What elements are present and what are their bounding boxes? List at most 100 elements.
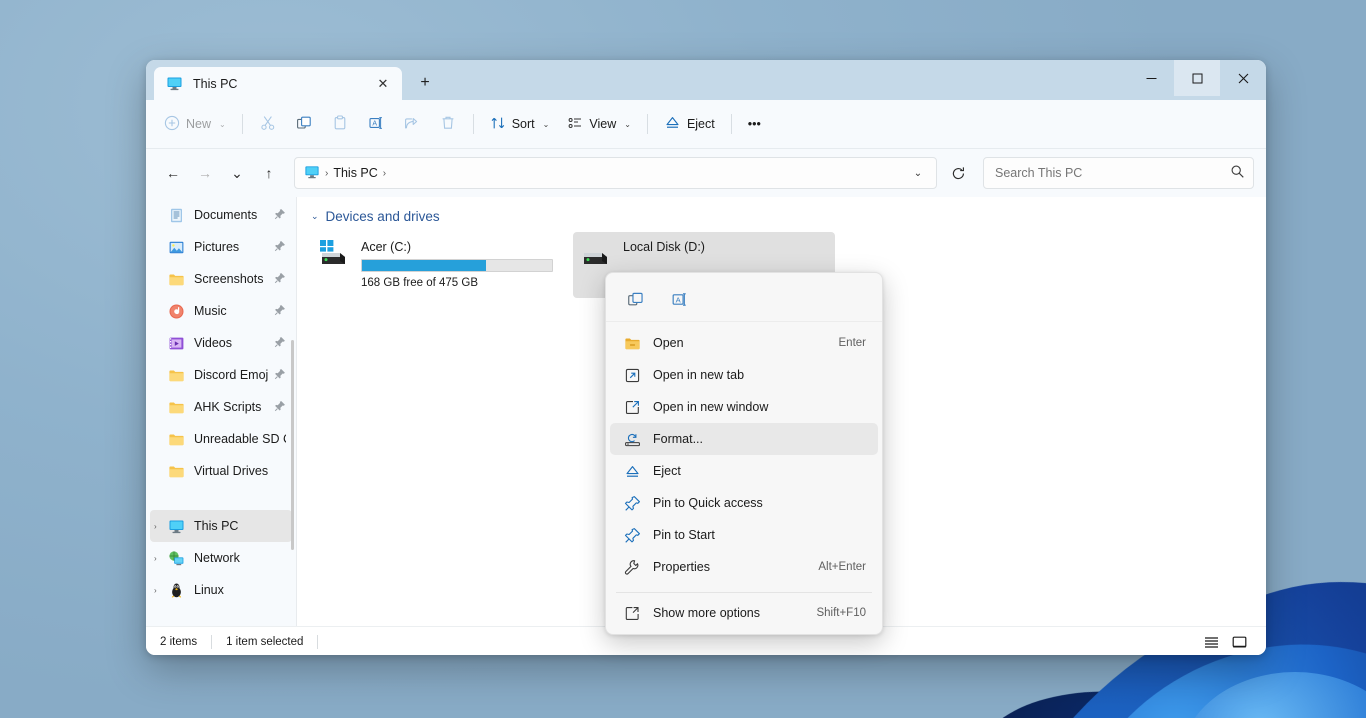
- refresh-button[interactable]: [943, 158, 973, 188]
- group-header-devices-and-drives[interactable]: ⌄ Devices and drives: [311, 209, 1266, 224]
- status-item-count: 2 items: [160, 636, 198, 648]
- large-icons-view-icon[interactable]: [1226, 631, 1252, 653]
- delete-button[interactable]: [431, 108, 465, 140]
- context-menu-item-eject[interactable]: Eject: [610, 455, 878, 487]
- context-menu-item-pin-to-start[interactable]: Pin to Start: [610, 519, 878, 551]
- chevron-down-icon[interactable]: ⌄: [311, 211, 319, 222]
- new-button[interactable]: New ⌄: [156, 108, 234, 140]
- copy-icon[interactable]: [618, 284, 652, 314]
- sidebar-scrollbar[interactable]: [291, 340, 294, 550]
- close-button[interactable]: [1220, 60, 1266, 96]
- linux-icon: [168, 582, 185, 599]
- pin-icon[interactable]: [274, 208, 286, 223]
- sidebar-item-videos[interactable]: Videos: [150, 327, 292, 359]
- sidebar-item-linux[interactable]: › Linux: [150, 574, 292, 606]
- sidebar-item-network[interactable]: › Network: [150, 542, 292, 574]
- pin-icon[interactable]: [274, 304, 286, 319]
- rename-button[interactable]: A: [359, 108, 393, 140]
- breadcrumb-item-this-pc[interactable]: This PC: [333, 166, 377, 180]
- pictures-icon: [168, 239, 185, 256]
- breadcrumb[interactable]: › This PC › ⌄: [294, 157, 937, 189]
- address-bar-row: ← → ⌄ ↑ › This PC › ⌄ Search This PC: [146, 149, 1266, 197]
- drive-meta: Acer (C:) 168 GB free of 475 GB: [361, 236, 567, 289]
- cut-button[interactable]: [251, 108, 285, 140]
- rename-icon[interactable]: A: [662, 284, 696, 314]
- chevron-right-icon[interactable]: ›: [154, 522, 168, 531]
- sidebar-item-ahk-scripts[interactable]: AHK Scripts: [150, 391, 292, 423]
- scissors-icon: [259, 114, 277, 135]
- root-nodes-list: › This PC › Network › Linux: [146, 510, 296, 606]
- sidebar-item-discord-emoj[interactable]: Discord Emoj: [150, 359, 292, 391]
- context-menu-item-open-in-new-tab[interactable]: Open in new tab: [610, 359, 878, 391]
- pin-icon[interactable]: [274, 400, 286, 415]
- chevron-right-icon[interactable]: ›: [154, 586, 168, 595]
- documents-icon: [168, 207, 185, 224]
- folder-icon: [168, 399, 185, 416]
- context-menu-shortcut: Enter: [838, 337, 867, 349]
- sidebar-item-virtual-drives[interactable]: Virtual Drives: [150, 455, 292, 487]
- chevron-right-icon[interactable]: ›: [154, 554, 168, 563]
- eject-button-label: Eject: [686, 117, 715, 131]
- context-menu[interactable]: A Open Enter Open in new tab Open in new wi…: [605, 272, 883, 635]
- eject-button[interactable]: Eject: [656, 108, 723, 140]
- plus-circle-icon: [164, 115, 180, 134]
- context-menu-item-format[interactable]: Format...: [610, 423, 878, 455]
- context-menu-item-pin-to-quick-access[interactable]: Pin to Quick access: [610, 487, 878, 519]
- wrench-icon: [624, 559, 641, 576]
- more-options-button[interactable]: •••: [740, 108, 769, 140]
- recent-locations-button[interactable]: ⌄: [222, 158, 252, 188]
- back-button[interactable]: ←: [158, 158, 188, 188]
- search-input[interactable]: Search This PC: [995, 166, 1082, 180]
- context-menu-label: Show more options: [653, 606, 761, 620]
- sidebar-item-label: Music: [194, 304, 227, 318]
- this-pc-icon: [168, 518, 185, 535]
- search-box[interactable]: Search This PC: [983, 157, 1254, 189]
- sidebar-item-music[interactable]: Music: [150, 295, 292, 327]
- forward-button[interactable]: →: [190, 158, 220, 188]
- minimize-button[interactable]: [1128, 60, 1174, 96]
- pin-icon[interactable]: [274, 368, 286, 383]
- copy-button[interactable]: [287, 108, 321, 140]
- paste-button[interactable]: [323, 108, 357, 140]
- pin-icon: [624, 527, 641, 544]
- context-menu-label: Format...: [653, 432, 704, 446]
- share-icon: [403, 114, 421, 135]
- sidebar-item-label: Pictures: [194, 240, 240, 254]
- windows-drive-icon: [317, 236, 351, 275]
- tab-this-pc[interactable]: This PC ✕: [154, 67, 402, 100]
- pin-icon: [624, 495, 641, 512]
- sort-button[interactable]: Sort ⌄: [482, 108, 558, 140]
- drive-tile[interactable]: Acer (C:) 168 GB free of 475 GB: [311, 232, 573, 298]
- details-view-icon[interactable]: [1198, 631, 1224, 653]
- close-icon[interactable]: ✕: [370, 72, 396, 96]
- context-menu-label: Open in new tab: [653, 368, 745, 382]
- context-menu-item-show-more-options[interactable]: Show more options Shift+F10: [610, 597, 878, 629]
- format-icon: [624, 431, 641, 448]
- chevron-down-icon: ⌄: [542, 119, 550, 129]
- sidebar-item-screenshots[interactable]: Screenshots: [150, 263, 292, 295]
- view-button[interactable]: View ⌄: [559, 108, 639, 140]
- navigation-pane[interactable]: Documents Pictures Screenshots Music Videos D…: [146, 197, 296, 626]
- share-button[interactable]: [395, 108, 429, 140]
- sidebar-item-this-pc[interactable]: › This PC: [150, 510, 292, 542]
- toolbar-divider: [241, 114, 243, 134]
- up-button[interactable]: ↑: [254, 158, 284, 188]
- context-menu-label: Pin to Quick access: [653, 496, 763, 510]
- new-tab-button[interactable]: +: [408, 68, 442, 98]
- sidebar-item-documents[interactable]: Documents: [150, 199, 292, 231]
- context-menu-item-open[interactable]: Open Enter: [610, 327, 878, 359]
- context-menu-item-open-in-new-window[interactable]: Open in new window: [610, 391, 878, 423]
- drive-name: Local Disk (D:): [623, 240, 705, 254]
- pin-icon[interactable]: [274, 272, 286, 287]
- context-menu-item-properties[interactable]: Properties Alt+Enter: [610, 551, 878, 583]
- maximize-button[interactable]: [1174, 60, 1220, 96]
- sidebar-item-pictures[interactable]: Pictures: [150, 231, 292, 263]
- pin-icon[interactable]: [274, 336, 286, 351]
- search-icon[interactable]: [1230, 164, 1245, 182]
- pin-icon[interactable]: [274, 240, 286, 255]
- sort-button-label: Sort: [511, 117, 535, 131]
- sidebar-item-label: Virtual Drives: [194, 464, 269, 478]
- sidebar-item-unreadable-sd-c[interactable]: Unreadable SD C: [150, 423, 292, 455]
- chevron-down-icon[interactable]: ⌄: [906, 161, 930, 185]
- view-icon: [567, 115, 583, 134]
